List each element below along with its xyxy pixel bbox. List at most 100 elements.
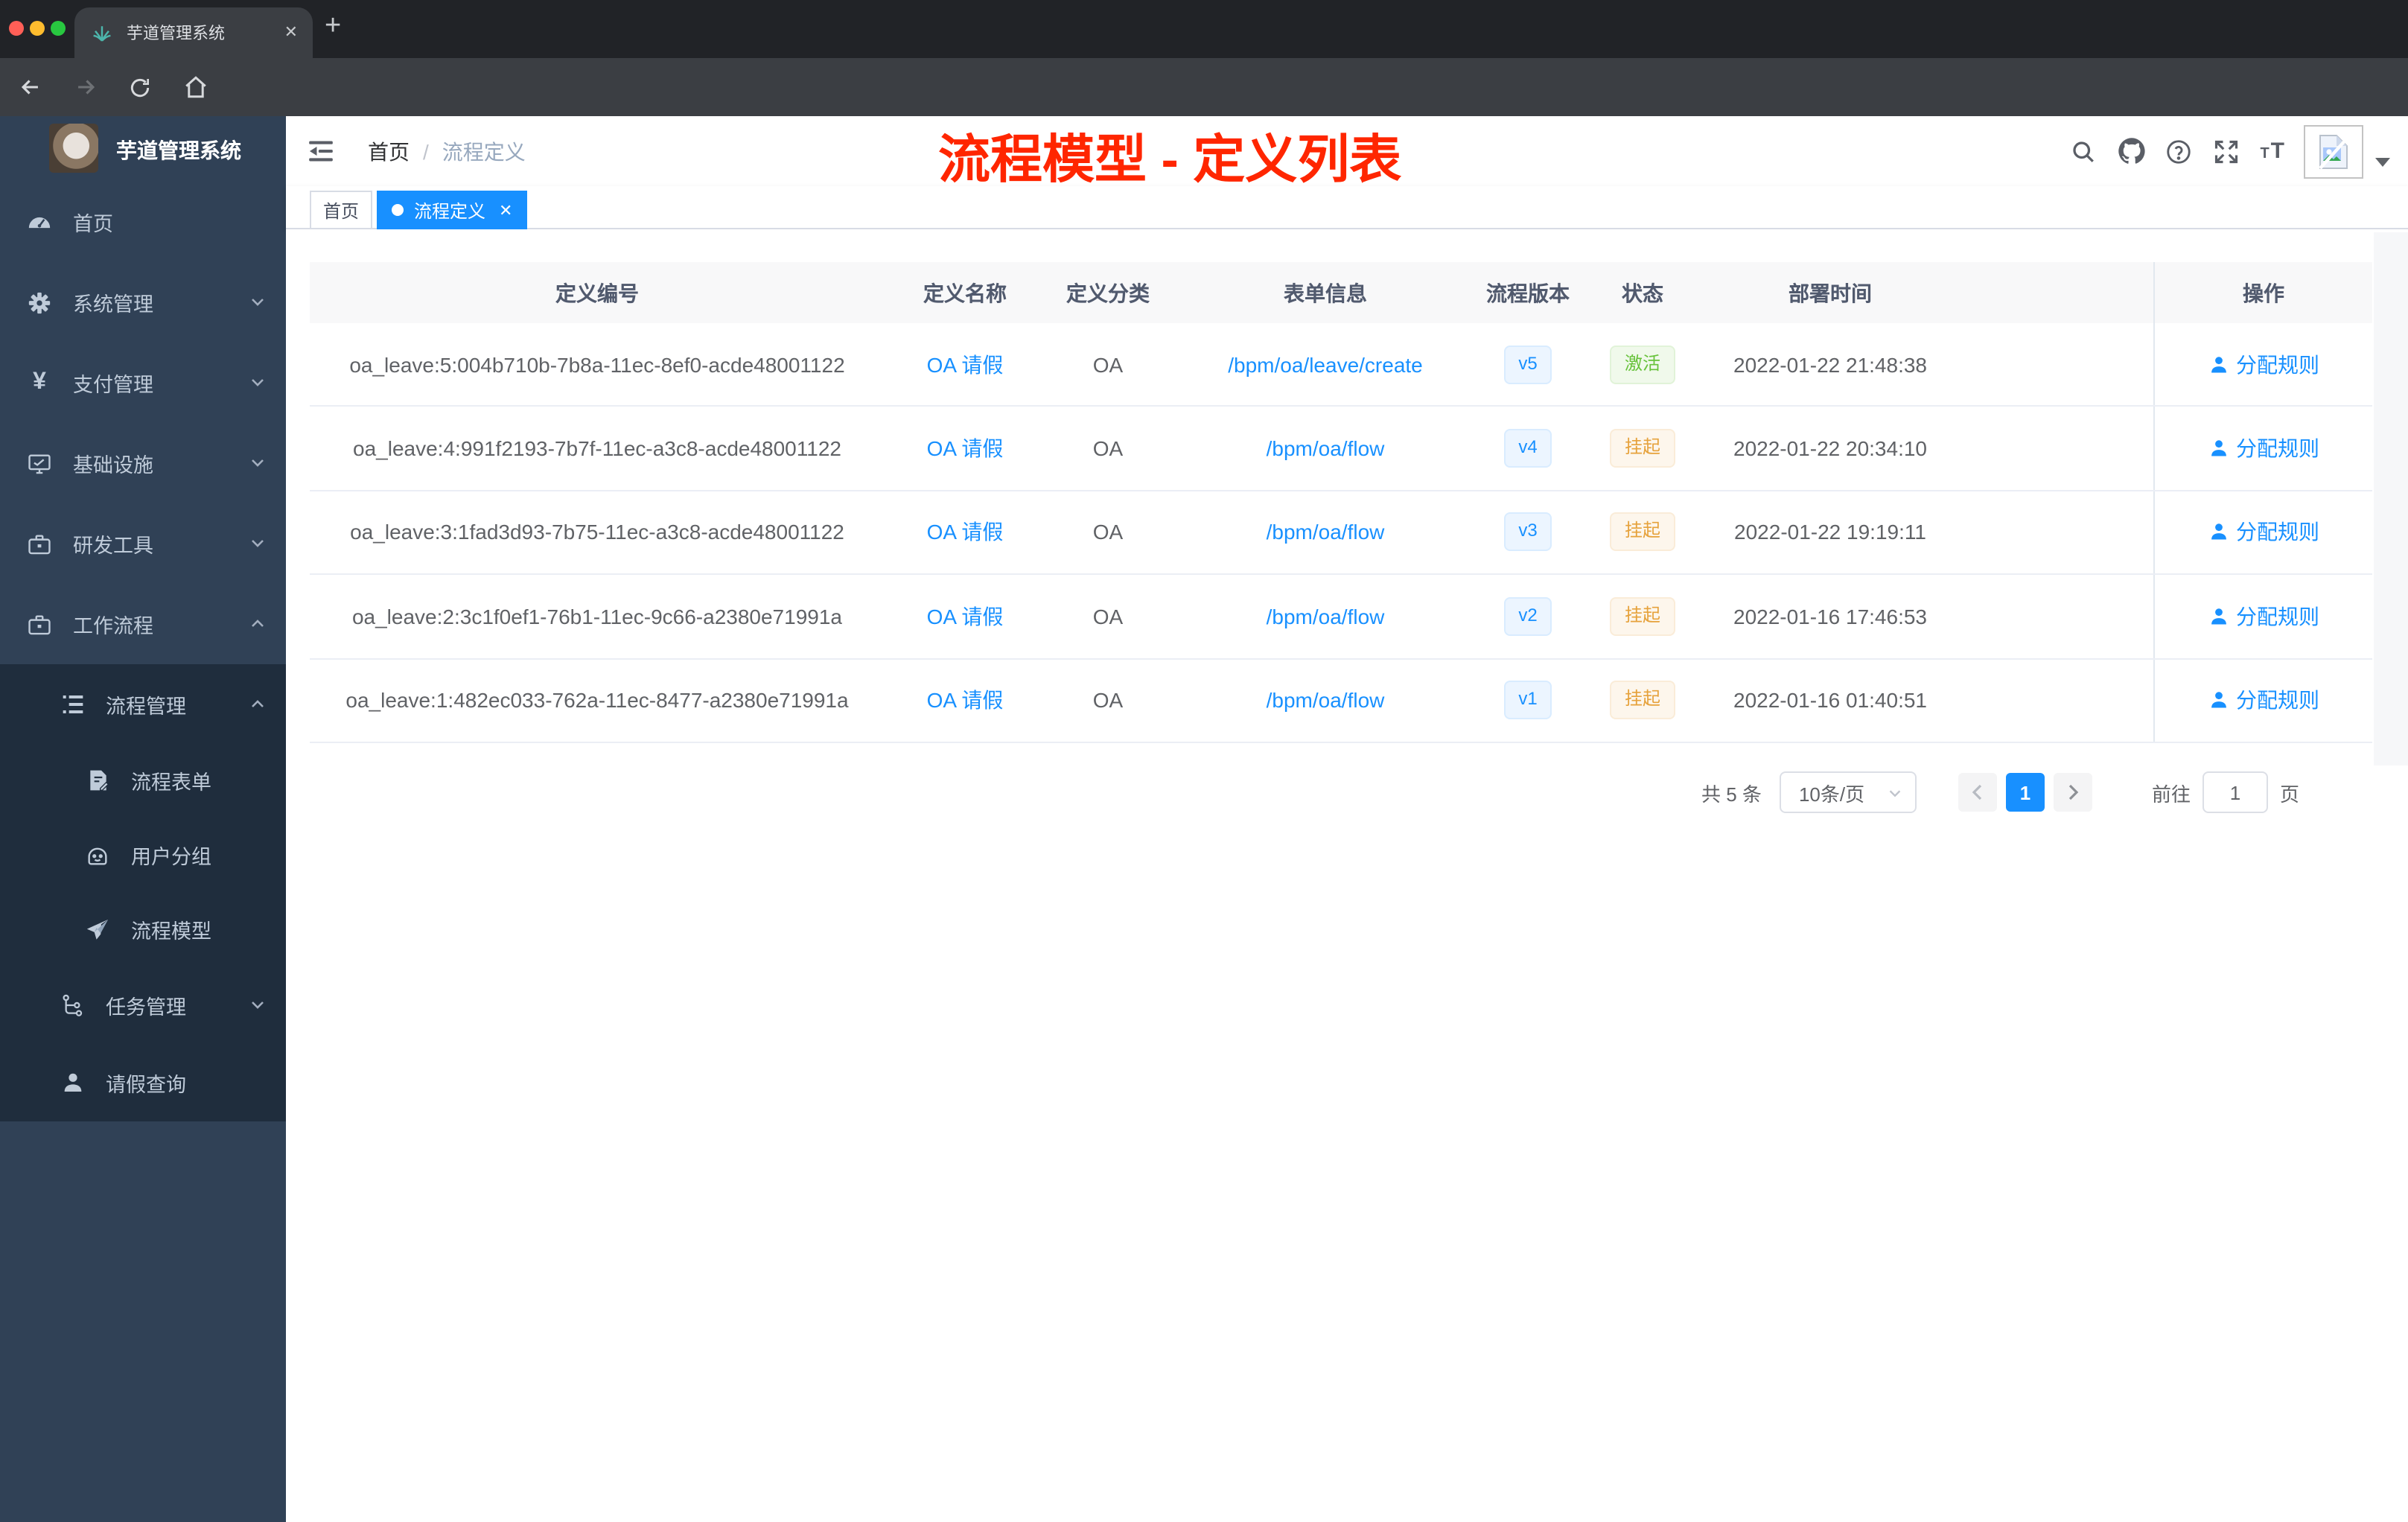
chevron-down-icon: [1889, 789, 1901, 797]
chevron-down-icon: [249, 454, 267, 477]
chevron-down-icon: [249, 535, 267, 557]
forward-icon[interactable]: [70, 72, 100, 102]
definition-table: 定义编号 定义名称 定义分类 表单信息 流程版本 状态 部署时间 操作 oa_l…: [310, 262, 2372, 743]
user-icon: [2211, 608, 2226, 625]
goto-page-input[interactable]: 1: [2202, 771, 2268, 813]
hamburger-icon[interactable]: [307, 137, 335, 165]
form-link[interactable]: /bpm/oa/leave/create: [1228, 352, 1423, 376]
cell-time: 2022-01-16 01:40:51: [1733, 688, 1927, 713]
window-minimize-button[interactable]: [30, 21, 45, 36]
sidebar-item-leave-query[interactable]: 请假查询: [0, 1044, 286, 1121]
assign-rule-button[interactable]: 分配规则: [2208, 433, 2319, 463]
send-icon: [85, 917, 110, 942]
fullscreen-icon[interactable]: [2212, 137, 2240, 165]
next-page-button[interactable]: [2053, 773, 2092, 812]
sidebar-item-infra[interactable]: 基础设施: [0, 423, 286, 503]
sidebar-item-workflow[interactable]: 工作流程: [0, 584, 286, 664]
table-row: oa_leave:3:1fad3d93-7b75-11ec-a3c8-acde4…: [310, 491, 2372, 576]
browser-tab[interactable]: 芋道管理系统 ✕: [74, 7, 313, 58]
page-number-current[interactable]: 1: [2005, 773, 2045, 812]
logo-avatar: [49, 124, 98, 173]
col-header-action: 操作: [2153, 262, 2372, 323]
cell-id: oa_leave:5:004b710b-7b8a-11ec-8ef0-acde4…: [349, 352, 845, 377]
definition-name-link[interactable]: OA 请假: [927, 602, 1004, 631]
favicon-plant-icon: [89, 20, 115, 45]
table-right-gutter: [2374, 232, 2408, 765]
toolbox-icon: [27, 531, 52, 556]
cell-category: OA: [1092, 352, 1124, 377]
annotation-title: 流程模型 - 定义列表: [938, 131, 1402, 189]
breadcrumb-home[interactable]: 首页: [368, 136, 410, 166]
github-icon[interactable]: [2117, 137, 2145, 165]
table-row: oa_leave:4:991f2193-7b7f-11ec-a3c8-acde4…: [310, 407, 2372, 491]
form-link[interactable]: /bpm/oa/flow: [1267, 605, 1385, 628]
version-tag: v2: [1503, 596, 1552, 636]
window-zoom-button[interactable]: [51, 21, 66, 36]
chevron-down-icon: [249, 996, 267, 1019]
reload-icon[interactable]: [125, 72, 155, 102]
col-header-time: 部署时间: [1789, 281, 1872, 305]
avatar-dropdown-icon[interactable]: [2375, 157, 2390, 166]
definition-name-link[interactable]: OA 请假: [927, 349, 1004, 379]
cell-category: OA: [1092, 436, 1124, 461]
definition-name-link[interactable]: OA 请假: [927, 518, 1004, 547]
tag-home[interactable]: 首页: [310, 191, 373, 229]
search-icon[interactable]: [2069, 137, 2098, 165]
page-size-select[interactable]: 10条/页: [1779, 771, 1917, 813]
tab-close-icon[interactable]: ✕: [284, 24, 298, 41]
assign-rule-button[interactable]: 分配规则: [2208, 602, 2319, 631]
browser-tab-strip: 芋道管理系统 ✕ +: [0, 0, 2408, 58]
form-link[interactable]: /bpm/oa/flow: [1267, 689, 1385, 713]
sidebar-item-task-mgmt[interactable]: 任务管理: [0, 967, 286, 1044]
screen: 芋道管理系统 ✕ + 不安全 dashboard.y: [0, 0, 2408, 1522]
form-link[interactable]: /bpm/oa/flow: [1267, 436, 1385, 460]
assign-rule-button[interactable]: 分配规则: [2208, 349, 2319, 379]
col-header-filler: [1951, 262, 2153, 323]
sidebar-item-process-model[interactable]: 流程模型: [0, 892, 286, 967]
cell-id: oa_leave:3:1fad3d93-7b75-11ec-a3c8-acde4…: [350, 520, 844, 544]
cell-time: 2022-01-22 19:19:11: [1734, 520, 1926, 544]
cell-time: 2022-01-16 17:46:53: [1733, 604, 1927, 628]
chevron-up-icon: [249, 695, 267, 717]
help-icon[interactable]: [2165, 137, 2193, 165]
cell-id: oa_leave:4:991f2193-7b7f-11ec-a3c8-acde4…: [353, 436, 841, 461]
definition-name-link[interactable]: OA 请假: [927, 433, 1004, 463]
page-suffix-label: 页: [2279, 783, 2299, 805]
definition-name-link[interactable]: OA 请假: [927, 686, 1004, 716]
tag-process-definition[interactable]: 流程定义 ✕: [377, 191, 528, 229]
prev-page-button[interactable]: [1958, 773, 1997, 812]
sidebar-logo[interactable]: 芋道管理系统: [0, 124, 286, 183]
table-row: oa_leave:1:482ec033-762a-11ec-8477-a2380…: [310, 659, 2372, 743]
org-icon: [60, 993, 85, 1018]
new-tab-button[interactable]: +: [325, 10, 341, 43]
sidebar-item-home[interactable]: 首页: [0, 182, 286, 262]
status-badge: 激活: [1609, 345, 1675, 384]
sidebar-item-system[interactable]: 系统管理: [0, 262, 286, 343]
status-badge: 挂起: [1609, 596, 1675, 636]
assign-rule-button[interactable]: 分配规则: [2208, 686, 2319, 716]
yen-icon: ¥: [33, 369, 46, 395]
form-link[interactable]: /bpm/oa/flow: [1267, 520, 1385, 544]
avatar[interactable]: [2304, 124, 2363, 178]
monitor-icon: [27, 450, 52, 476]
breadcrumb: 首页 / 流程定义: [368, 116, 526, 186]
main-content: 定义编号 定义名称 定义分类 表单信息 流程版本 状态 部署时间 操作 oa_l…: [286, 229, 2408, 1522]
tree-list-icon: [60, 691, 85, 716]
sidebar-item-process-mgmt[interactable]: 流程管理: [0, 664, 286, 743]
font-size-icon[interactable]: TT: [2260, 138, 2286, 165]
col-header-status: 状态: [1622, 281, 1663, 305]
version-tag: v3: [1503, 512, 1552, 552]
back-icon[interactable]: [15, 72, 45, 102]
sidebar-item-devtools[interactable]: 研发工具: [0, 503, 286, 584]
window-close-button[interactable]: [9, 21, 24, 36]
assign-rule-button[interactable]: 分配规则: [2208, 518, 2319, 547]
browser-toolbar: 不安全 dashboard.yudao.iocoder.cn/bpm/manag…: [0, 58, 2408, 164]
home-icon[interactable]: [180, 72, 210, 102]
broken-image-icon: [2319, 134, 2348, 169]
tag-close-icon[interactable]: ✕: [499, 200, 512, 220]
chevron-down-icon: [249, 293, 267, 316]
sidebar-item-user-group[interactable]: 用户分组: [0, 818, 286, 892]
version-tag: v1: [1503, 681, 1552, 720]
sidebar-item-payment[interactable]: ¥ 支付管理: [0, 343, 286, 423]
sidebar-item-process-form[interactable]: 流程表单: [0, 743, 286, 818]
